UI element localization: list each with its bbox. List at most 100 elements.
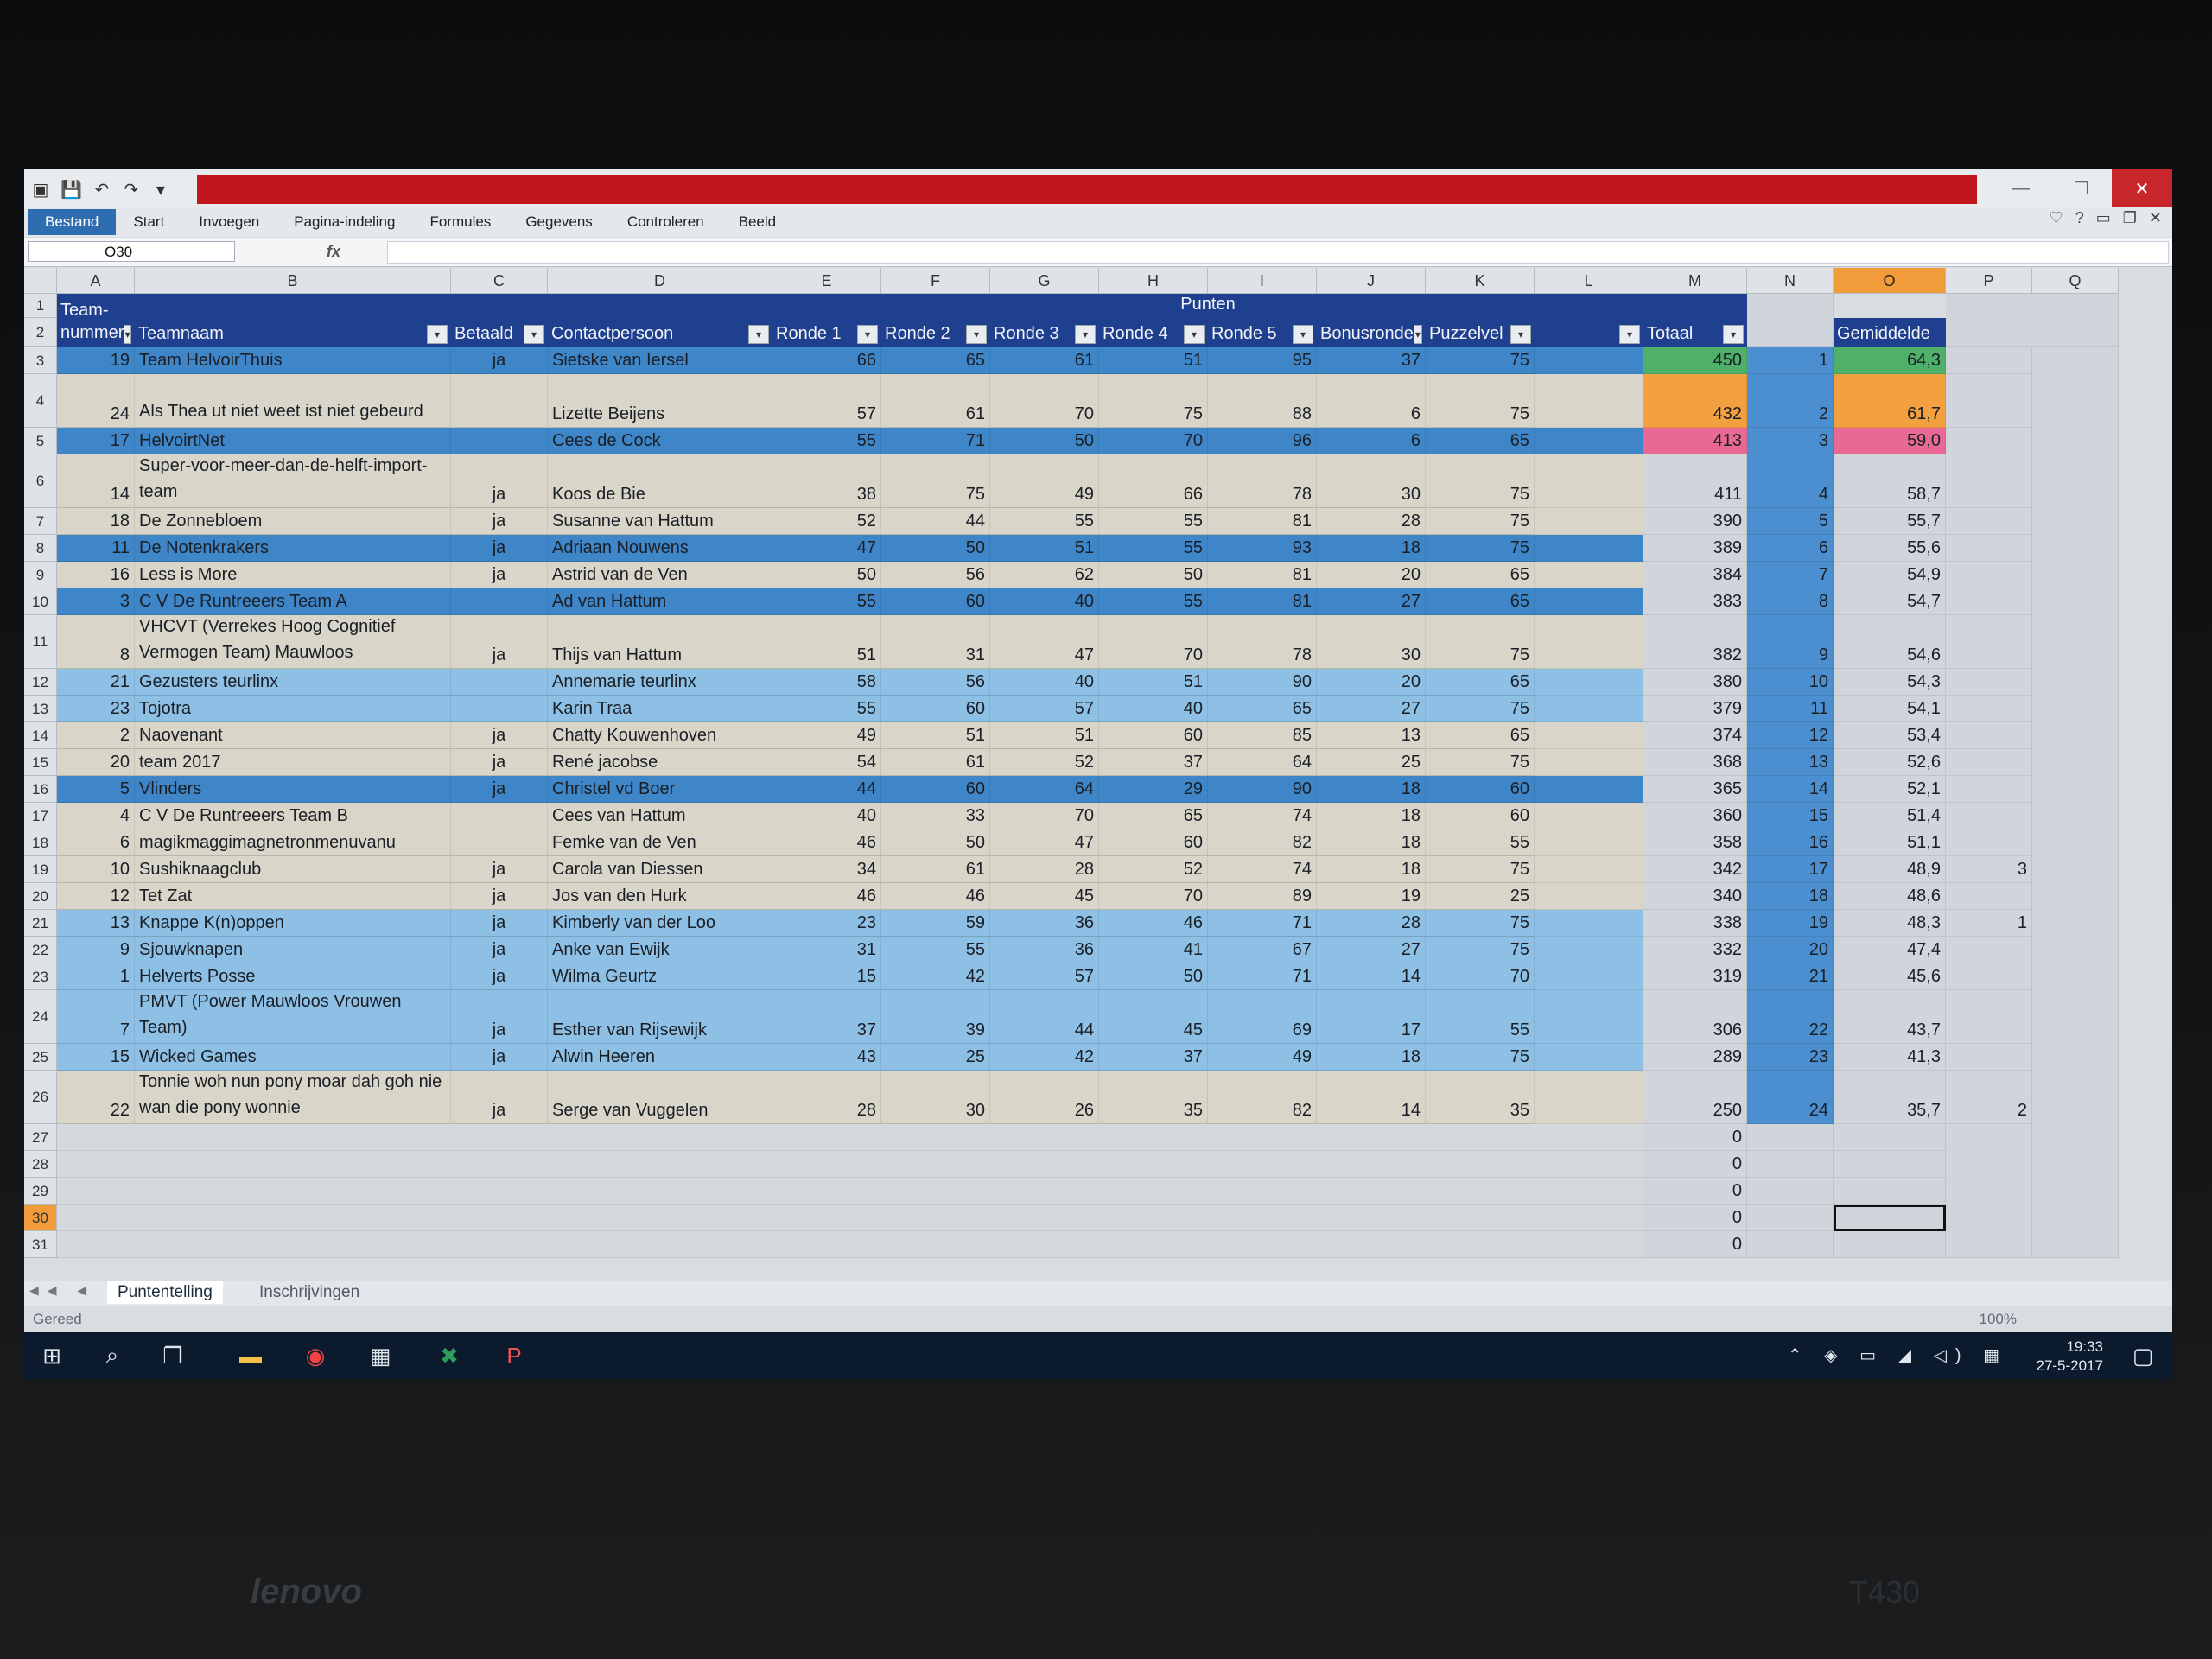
filter-dropdown-icon[interactable]: ▾ — [427, 325, 448, 344]
team-name-cell[interactable]: De Zonnebloem — [135, 508, 451, 535]
total-cell[interactable]: 374 — [1643, 722, 1747, 749]
average-cell[interactable]: 48,6 — [1834, 883, 1946, 910]
ronde2-cell[interactable]: 60 — [881, 588, 990, 615]
ronde5-cell[interactable]: 89 — [1208, 883, 1317, 910]
rank-cell[interactable]: 12 — [1747, 722, 1834, 749]
ronde2-cell[interactable]: 46 — [881, 883, 990, 910]
ronde3-cell[interactable]: 52 — [990, 749, 1099, 776]
filter-dropdown-icon[interactable]: ▾ — [524, 325, 544, 344]
average-cell[interactable]: 61,7 — [1834, 374, 1946, 428]
total-cell[interactable]: 384 — [1643, 562, 1747, 588]
puzzel-cell[interactable]: 25 — [1426, 883, 1535, 910]
contact-cell[interactable]: Anke van Ewijk — [548, 937, 772, 963]
row-header[interactable]: 5 — [24, 428, 57, 454]
puzzel-cell[interactable]: 65 — [1426, 588, 1535, 615]
row-header[interactable]: 27 — [24, 1124, 57, 1151]
undo-icon[interactable]: ↶ — [92, 179, 111, 200]
ronde2-cell[interactable]: 56 — [881, 562, 990, 588]
notifications-icon[interactable]: ▢ — [2124, 1339, 2162, 1372]
team-number-cell[interactable]: 10 — [57, 856, 135, 883]
average-cell[interactable]: 48,9 — [1834, 856, 1946, 883]
ronde3-cell[interactable]: 51 — [990, 722, 1099, 749]
ronde2-cell[interactable]: 60 — [881, 776, 990, 803]
bonus-cell[interactable]: 37 — [1317, 347, 1426, 374]
paid-cell[interactable]: ja — [451, 562, 548, 588]
ronde4-cell[interactable]: 60 — [1099, 722, 1208, 749]
rank-cell[interactable]: 21 — [1747, 963, 1834, 990]
contact-cell[interactable]: Susanne van Hattum — [548, 508, 772, 535]
team-number-cell[interactable]: 8 — [57, 615, 135, 669]
ronde2-cell[interactable]: 44 — [881, 508, 990, 535]
row-header[interactable]: 19 — [24, 856, 57, 883]
ronde1-cell[interactable]: 47 — [772, 535, 881, 562]
ronde4-cell[interactable]: 70 — [1099, 428, 1208, 454]
filter-dropdown-icon[interactable]: ▾ — [1510, 325, 1531, 344]
close-button[interactable]: ✕ — [2112, 169, 2172, 207]
excel-taskbar-icon[interactable]: ✖ — [430, 1339, 468, 1372]
team-name-cell[interactable]: HelvoirtNet — [135, 428, 451, 454]
average-cell[interactable]: 64,3 — [1834, 347, 1946, 374]
total-cell[interactable]: 0 — [1643, 1178, 1747, 1205]
total-cell[interactable]: 413 — [1643, 428, 1747, 454]
average-cell[interactable]: 35,7 — [1834, 1071, 1946, 1124]
column-p-cell[interactable] — [1946, 937, 2032, 963]
paid-cell[interactable]: ja — [451, 615, 548, 669]
ronde1-cell[interactable]: 55 — [772, 428, 881, 454]
rank-cell[interactable] — [1747, 1178, 1834, 1205]
paid-cell[interactable]: ja — [451, 883, 548, 910]
contact-cell[interactable]: Esther van Rijsewijk — [548, 990, 772, 1044]
windows-start-icon[interactable]: ⊞ — [33, 1339, 71, 1372]
contact-cell[interactable]: Serge van Vuggelen — [548, 1071, 772, 1124]
rank-cell[interactable]: 24 — [1747, 1071, 1834, 1124]
ronde1-cell[interactable]: 23 — [772, 910, 881, 937]
ronde4-cell[interactable]: 65 — [1099, 803, 1208, 830]
ronde4-cell[interactable]: 50 — [1099, 562, 1208, 588]
ronde1-cell[interactable]: 37 — [772, 990, 881, 1044]
taskbar-clock[interactable]: 19:33 27-5-2017 — [2036, 1338, 2103, 1376]
team-number-cell[interactable]: 13 — [57, 910, 135, 937]
puzzel-cell[interactable]: 75 — [1426, 856, 1535, 883]
total-cell[interactable]: 319 — [1643, 963, 1747, 990]
column-p-cell[interactable] — [1946, 428, 2032, 454]
paid-cell[interactable]: ja — [451, 454, 548, 508]
average-cell[interactable]: 54,7 — [1834, 588, 1946, 615]
ronde2-cell[interactable]: 60 — [881, 696, 990, 722]
team-number-cell[interactable]: 11 — [57, 535, 135, 562]
rank-cell[interactable]: 8 — [1747, 588, 1834, 615]
row-header[interactable]: 29 — [24, 1178, 57, 1205]
ronde1-cell[interactable]: 50 — [772, 562, 881, 588]
average-cell[interactable]: 55,7 — [1834, 508, 1946, 535]
help-icon[interactable]: ? — [2075, 209, 2084, 227]
ronde1-cell[interactable]: 43 — [772, 1044, 881, 1071]
bonus-cell[interactable]: 20 — [1317, 562, 1426, 588]
ronde3-cell[interactable]: 36 — [990, 910, 1099, 937]
workbook-close-icon[interactable]: ✕ — [2149, 209, 2162, 227]
ronde3-cell[interactable]: 61 — [990, 347, 1099, 374]
team-name-cell[interactable]: Team HelvoirThuis — [135, 347, 451, 374]
workbook-minimize-icon[interactable]: ▭ — [2096, 209, 2111, 227]
team-number-cell[interactable]: 17 — [57, 428, 135, 454]
puzzel-cell[interactable]: 35 — [1426, 1071, 1535, 1124]
zoom-level[interactable]: 100% — [1980, 1306, 2017, 1332]
filter-dropdown-icon[interactable]: ▾ — [124, 325, 131, 344]
column-p-cell[interactable] — [1946, 588, 2032, 615]
total-cell[interactable]: 383 — [1643, 588, 1747, 615]
average-cell[interactable]: 54,1 — [1834, 696, 1946, 722]
column-header-m[interactable]: M — [1643, 268, 1747, 294]
contact-cell[interactable]: Carola van Diessen — [548, 856, 772, 883]
total-cell[interactable]: 338 — [1643, 910, 1747, 937]
ronde4-cell[interactable]: 41 — [1099, 937, 1208, 963]
ronde5-cell[interactable]: 81 — [1208, 588, 1317, 615]
puzzel-cell[interactable]: 75 — [1426, 1044, 1535, 1071]
ronde2-cell[interactable]: 56 — [881, 669, 990, 696]
ronde4-cell[interactable]: 45 — [1099, 990, 1208, 1044]
team-name-cell[interactable]: Sjouwknapen — [135, 937, 451, 963]
row-header[interactable]: 7 — [24, 508, 57, 535]
ronde5-cell[interactable]: 74 — [1208, 803, 1317, 830]
tab-formules[interactable]: Formules — [412, 213, 508, 231]
tab-pagina-indeling[interactable]: Pagina-indeling — [276, 213, 412, 231]
ronde3-cell[interactable]: 55 — [990, 508, 1099, 535]
column-p-cell[interactable] — [1946, 454, 2032, 508]
average-cell[interactable]: 47,4 — [1834, 937, 1946, 963]
column-p-cell[interactable] — [1946, 803, 2032, 830]
